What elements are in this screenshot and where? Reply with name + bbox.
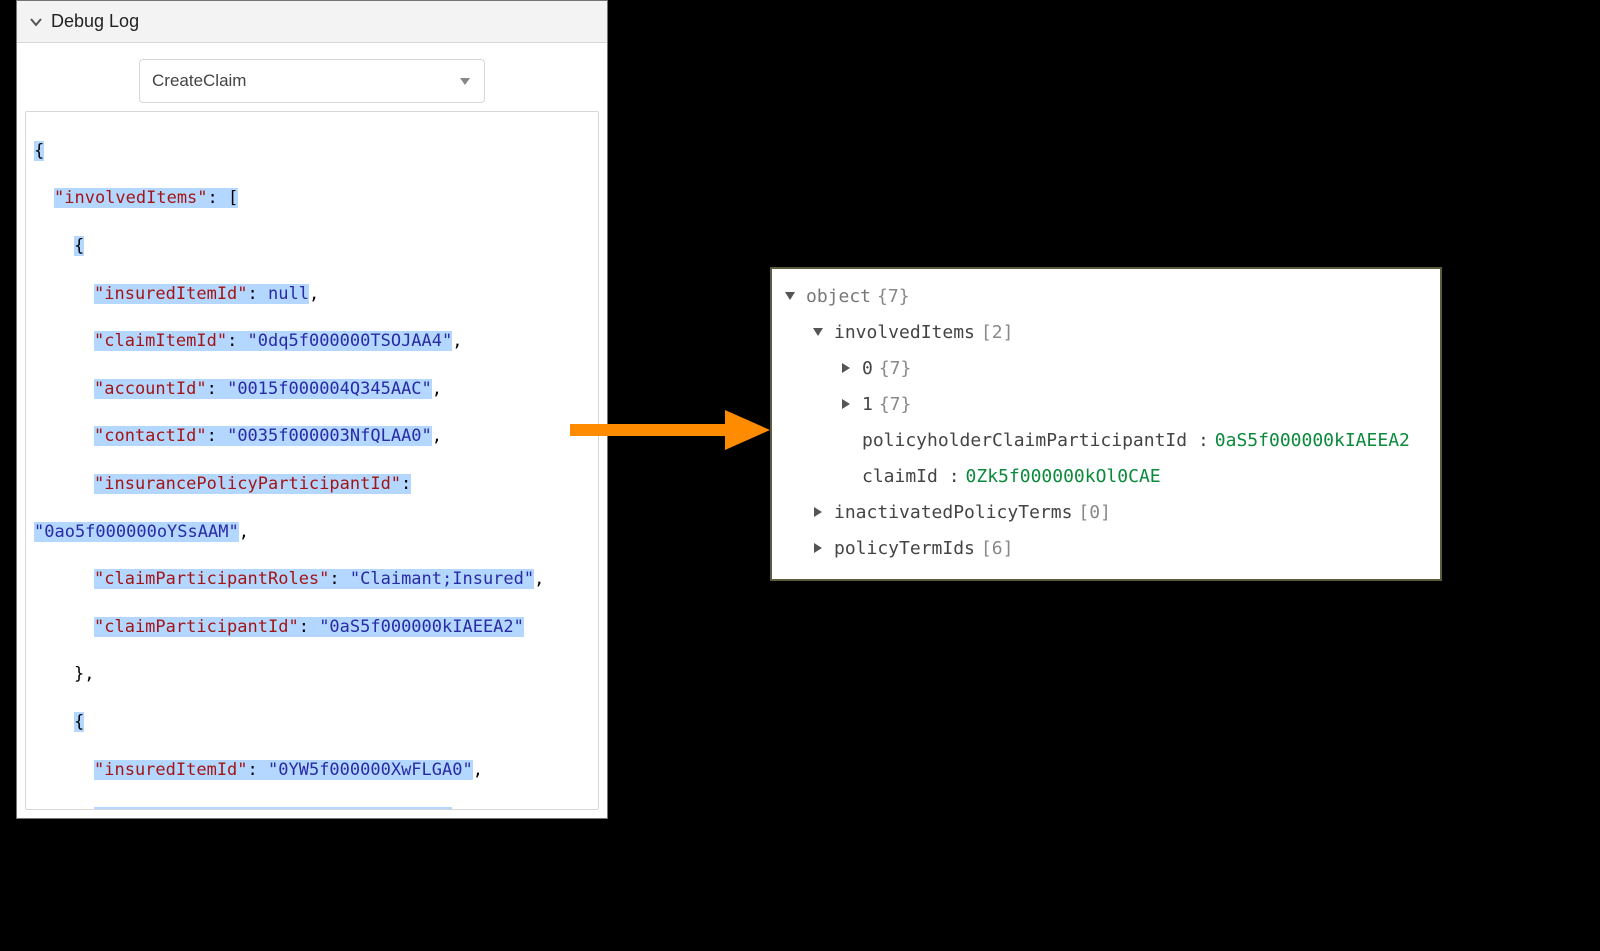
json-string: "0ao5f000000oYSsAAM" [34,522,239,542]
tree-row[interactable]: involvedItems [2] [784,315,1428,351]
json-key: "contactId" [94,426,207,446]
json-string: "0035f000003NfQLAA0" [227,426,432,446]
caret-right-icon [812,542,826,556]
tree-count: {7} [879,351,912,387]
json-key: "involvedItems" [54,188,208,208]
json-key: "claimItemId" [94,807,227,810]
spacer [840,470,854,484]
caret-down-icon [458,74,472,88]
tree-value: 0aS5f000000kIAEEA2 [1215,423,1410,459]
tree-row[interactable]: 0 {7} [784,351,1428,387]
caret-right-icon [840,398,854,412]
debug-log-panel: Debug Log CreateClaim { "involvedItems":… [16,0,608,819]
tree-count: [0] [1078,495,1111,531]
arrow-icon [560,400,770,460]
json-key: "accountId" [94,379,207,399]
json-key: "claimParticipantId" [94,617,299,637]
json-string: "Claimant;Insured" [350,569,534,589]
json-key: "insuredItemId" [94,760,248,780]
tree-row[interactable]: claimId : 0Zk5f000000kOl0CAE [784,459,1428,495]
tree-count: [6] [981,531,1014,567]
panel-header[interactable]: Debug Log [17,1,607,43]
tree-value: 0Zk5f000000kOl0CAE [966,459,1161,495]
json-key: "claimParticipantRoles" [94,569,329,589]
json-string: "0015f000004Q345AAC" [227,379,432,399]
json-code-view[interactable]: { "involvedItems": [ { "insuredItemId": … [25,111,599,810]
json-key: "insurancePolicyParticipantId" [94,474,401,494]
tree-label: involvedItems [834,315,975,351]
spacer [840,434,854,448]
method-select-value: CreateClaim [152,71,246,91]
tree-row[interactable]: policyholderClaimParticipantId : 0aS5f00… [784,423,1428,459]
tree-count: [2] [981,315,1014,351]
json-tree-panel: object {7} involvedItems [2] 0 {7} 1 {7}… [770,267,1442,581]
caret-down-icon [812,326,826,340]
json-string: "0dq5f000000TSOKAA4" [248,807,453,810]
json-string: "0YW5f000000XwFLGA0" [268,760,473,780]
panel-title: Debug Log [51,11,139,32]
tree-row[interactable]: policyTermIds [6] [784,531,1428,567]
json-key: "insuredItemId" [94,284,248,304]
tree-row[interactable]: inactivatedPolicyTerms [0] [784,495,1428,531]
tree-count: {7} [877,279,910,315]
caret-right-icon [840,362,854,376]
tree-label: object [806,279,871,315]
json-string: "0aS5f000000kIAEEA2" [319,617,524,637]
caret-right-icon [812,506,826,520]
tree-label: policyholderClaimParticipantId [862,423,1187,459]
tree-label: policyTermIds [834,531,975,567]
tree-label: 1 [862,387,873,423]
caret-down-icon [784,290,798,304]
tree-row[interactable]: object {7} [784,279,1428,315]
tree-label: claimId [862,459,938,495]
json-key: "claimItemId" [94,331,227,351]
json-null: null [268,284,309,304]
tree-label: inactivatedPolicyTerms [834,495,1072,531]
tree-row[interactable]: 1 {7} [784,387,1428,423]
chevron-down-icon [29,15,43,29]
tree-count: {7} [879,387,912,423]
json-string: "0dq5f000000TSOJAA4" [248,331,453,351]
tree-label: 0 [862,351,873,387]
method-select[interactable]: CreateClaim [139,59,485,103]
